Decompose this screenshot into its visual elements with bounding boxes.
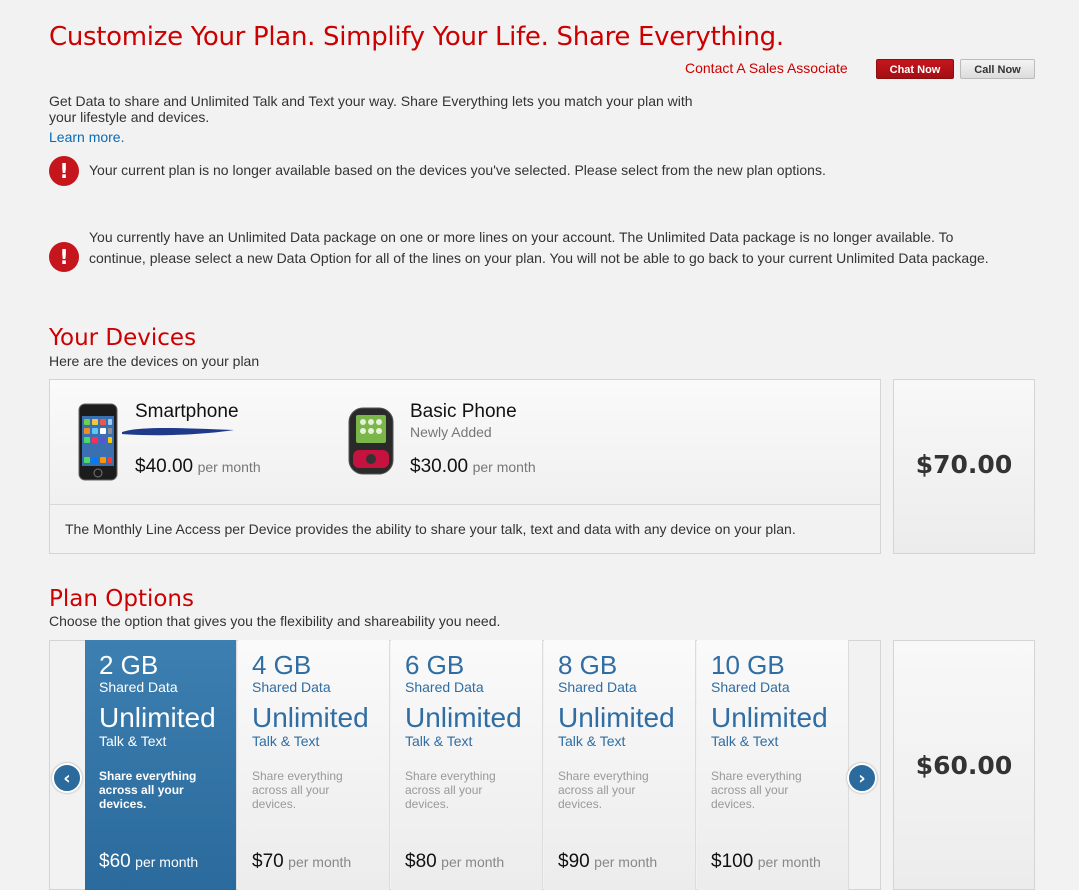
plan-talk-text-label: Talk & Text — [405, 733, 473, 749]
plan-talk-text-label: Talk & Text — [558, 733, 626, 749]
plan-price: $70 per month — [252, 851, 352, 872]
plan-price: $80 per month — [405, 851, 505, 872]
plan-data-amount: 6 GB — [405, 650, 465, 680]
plans-section-subtitle: Choose the option that gives you the fle… — [49, 613, 501, 629]
plan-option-6gb[interactable]: 6 GB Shared Data Unlimited Talk & Text S… — [391, 640, 543, 890]
plan-price: $60 per month — [99, 851, 199, 872]
devices-section-title: Your Devices — [49, 325, 197, 351]
plan-option-4gb[interactable]: 4 GB Shared Data Unlimited Talk & Text S… — [238, 640, 390, 890]
plan-option-10gb[interactable]: 10 GB Shared Data Unlimited Talk & Text … — [697, 640, 849, 890]
intro-text: Get Data to share and Unlimited Talk and… — [49, 93, 693, 125]
device-name: Basic Phone — [410, 401, 517, 422]
chevron-left-icon[interactable]: ‹ — [52, 763, 82, 793]
plan-price: $100 per month — [711, 851, 821, 872]
plan-unlimited-label: Unlimited — [405, 702, 522, 733]
plan-shared-label: Shared Data — [99, 679, 178, 695]
devices-footer-note: The Monthly Line Access per Device provi… — [49, 504, 881, 554]
alert-message: Your current plan is no longer available… — [89, 162, 826, 178]
plan-talk-text-label: Talk & Text — [99, 733, 167, 749]
redacted-number-mark — [120, 424, 236, 443]
plan-data-amount: 8 GB — [558, 650, 618, 680]
plan-talk-text-label: Talk & Text — [252, 733, 320, 749]
plan-shared-label: Shared Data — [558, 679, 637, 695]
smartphone-image — [78, 403, 118, 481]
plan-unlimited-label: Unlimited — [711, 702, 828, 733]
plan-description: Share everything across all your devices… — [99, 769, 197, 811]
plans-section-title: Plan Options — [49, 586, 194, 612]
plans-total: $60.00 — [893, 640, 1035, 890]
plan-description: Share everything across all your devices… — [252, 769, 343, 811]
alert-message: You currently have an Unlimited Data pac… — [89, 229, 989, 266]
device-name: Smartphone — [135, 401, 239, 422]
chevron-right-icon[interactable]: › — [847, 763, 877, 793]
contact-sales-label: Contact A Sales Associate — [685, 60, 848, 76]
plan-talk-text-label: Talk & Text — [711, 733, 779, 749]
plan-unlimited-label: Unlimited — [252, 702, 369, 733]
plan-description: Share everything across all your devices… — [711, 769, 802, 811]
plan-unlimited-label: Unlimited — [99, 702, 216, 733]
alert-icon: ! — [49, 242, 79, 272]
learn-more-link[interactable]: Learn more. — [49, 129, 124, 145]
plan-price: $90 per month — [558, 851, 658, 872]
plan-data-amount: 2 GB — [99, 650, 159, 680]
plan-shared-label: Shared Data — [711, 679, 790, 695]
plan-shared-label: Shared Data — [252, 679, 331, 695]
basic-phone-image — [347, 406, 395, 476]
devices-total: $70.00 — [893, 379, 1035, 554]
plan-description: Share everything across all your devices… — [558, 769, 649, 811]
chat-now-button[interactable]: Chat Now — [876, 59, 954, 79]
alert-icon: ! — [49, 156, 79, 186]
plan-data-amount: 10 GB — [711, 650, 785, 680]
devices-section-subtitle: Here are the devices on your plan — [49, 353, 260, 369]
plan-description: Share everything across all your devices… — [405, 769, 496, 811]
plan-data-amount: 4 GB — [252, 650, 312, 680]
device-status: Newly Added — [410, 424, 492, 440]
device-price: $30.00 per month — [410, 456, 536, 477]
plan-unlimited-label: Unlimited — [558, 702, 675, 733]
plan-shared-label: Shared Data — [405, 679, 484, 695]
device-price: $40.00 per month — [135, 456, 261, 477]
plan-option-2gb[interactable]: 2 GB Shared Data Unlimited Talk & Text S… — [85, 640, 237, 890]
call-now-button[interactable]: Call Now — [960, 59, 1035, 79]
plan-option-8gb[interactable]: 8 GB Shared Data Unlimited Talk & Text S… — [544, 640, 696, 890]
page-title: Customize Your Plan. Simplify Your Life.… — [49, 22, 784, 52]
